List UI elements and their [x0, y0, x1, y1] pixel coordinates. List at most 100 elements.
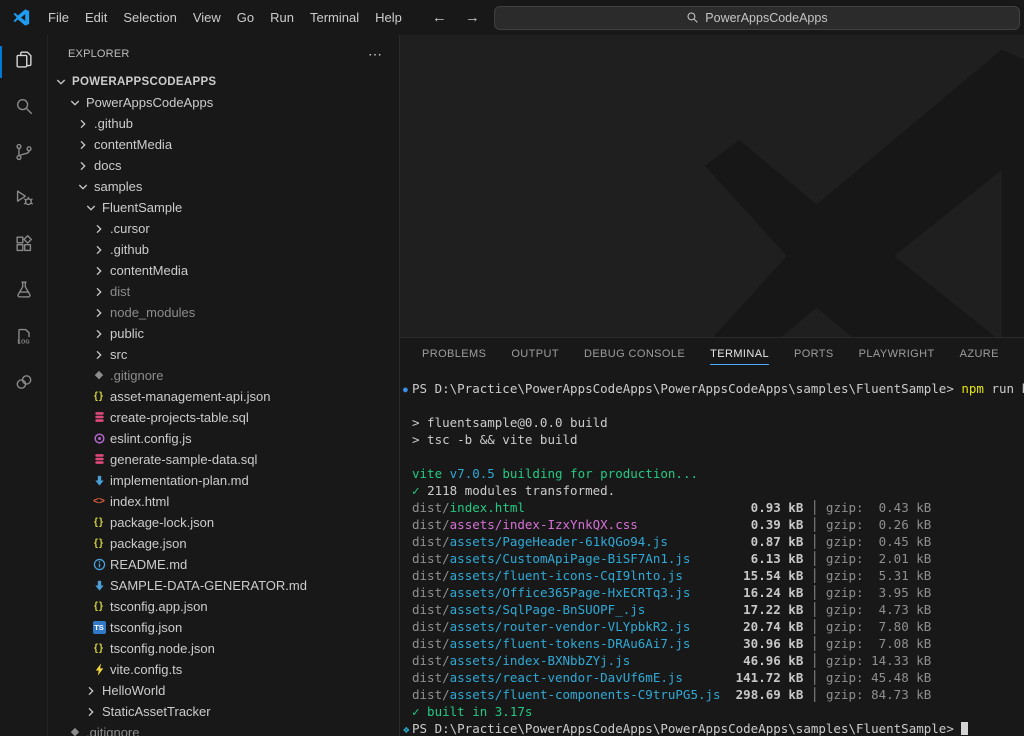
- tree-item[interactable]: generate-sample-data.sql: [48, 449, 399, 470]
- tree-item[interactable]: PowerAppsCodeApps: [48, 92, 399, 113]
- activity-item-source-control[interactable]: [0, 131, 47, 177]
- info-icon: [91, 557, 107, 573]
- tree-item-label: implementation-plan.md: [110, 473, 249, 488]
- chevron-right-icon: [91, 326, 107, 342]
- editor-area[interactable]: [400, 35, 1024, 337]
- tree-item-label: .cursor: [110, 221, 150, 236]
- panel-tab-terminal[interactable]: TERMINAL: [710, 341, 769, 367]
- tree-item[interactable]: <>index.html: [48, 491, 399, 512]
- command-center-search[interactable]: PowerAppsCodeApps: [494, 6, 1020, 30]
- menu-help[interactable]: Help: [367, 7, 410, 28]
- chevron-down-icon: [53, 74, 69, 90]
- tree-item-label: eslint.config.js: [110, 431, 192, 446]
- tree-item[interactable]: vite.config.ts: [48, 659, 399, 680]
- tree-item[interactable]: .github: [48, 239, 399, 260]
- tree-item[interactable]: contentMedia: [48, 134, 399, 155]
- menu-edit[interactable]: Edit: [77, 7, 115, 28]
- tree-item[interactable]: samples: [48, 176, 399, 197]
- tree-item[interactable]: {}package.json: [48, 533, 399, 554]
- tree-item-label: .gitignore: [86, 725, 139, 736]
- tree-item[interactable]: SAMPLE-DATA-GENERATOR.md: [48, 575, 399, 596]
- tree-item[interactable]: .cursor: [48, 218, 399, 239]
- tree-item-label: tsconfig.json: [110, 620, 182, 635]
- tree-item[interactable]: public: [48, 323, 399, 344]
- tree-item[interactable]: dist: [48, 281, 399, 302]
- tree-item-label: package.json: [110, 536, 187, 551]
- back-arrow-icon[interactable]: ←: [432, 9, 447, 26]
- activity-item-extensions[interactable]: [0, 223, 47, 269]
- tree-item-label: samples: [94, 179, 142, 194]
- tree-item[interactable]: README.md: [48, 554, 399, 575]
- tree-item[interactable]: contentMedia: [48, 260, 399, 281]
- terminal-line: dist/assets/fluent-icons-CqI9lnto.js 15.…: [403, 567, 1024, 584]
- chevron-right-icon: [91, 347, 107, 363]
- git-icon: ◆: [67, 725, 83, 736]
- tree-item[interactable]: implementation-plan.md: [48, 470, 399, 491]
- tree-item[interactable]: {}tsconfig.node.json: [48, 638, 399, 659]
- tree-item[interactable]: ◆.gitignore: [48, 365, 399, 386]
- explorer-sidebar: EXPLORER ⋯ POWERAPPSCODEAPPS PowerAppsCod…: [48, 35, 399, 736]
- tree-item[interactable]: src: [48, 344, 399, 365]
- tree-item[interactable]: POWERAPPSCODEAPPS: [48, 71, 399, 92]
- panel-tab-output[interactable]: OUTPUT: [511, 341, 559, 367]
- menu-selection[interactable]: Selection: [115, 7, 184, 28]
- menu-view[interactable]: View: [185, 7, 229, 28]
- panel-tab-playwright[interactable]: PLAYWRIGHT: [859, 341, 935, 367]
- tree-item-label: PowerAppsCodeApps: [86, 95, 213, 110]
- terminal[interactable]: ●PS D:\Practice\PowerAppsCodeApps\PowerA…: [400, 368, 1024, 736]
- git-icon: ◆: [91, 368, 107, 384]
- sidebar-title: EXPLORER: [68, 48, 130, 60]
- chevron-right-icon: [91, 221, 107, 237]
- panel-tab-azure[interactable]: AZURE: [960, 341, 999, 367]
- tree-item-label: node_modules: [110, 305, 195, 320]
- more-actions-icon[interactable]: ⋯: [368, 46, 383, 63]
- menu-go[interactable]: Go: [229, 7, 262, 28]
- chevron-right-icon: [75, 158, 91, 174]
- vscode-logo-icon: [13, 9, 30, 26]
- flask-icon: [13, 279, 35, 306]
- panel-tab-problems[interactable]: PROBLEMS: [422, 341, 486, 367]
- tree-item[interactable]: ◆.gitignore: [48, 722, 399, 736]
- activity-item-run-debug[interactable]: [0, 177, 47, 223]
- forward-arrow-icon[interactable]: →: [465, 9, 480, 26]
- chevron-right-icon: [91, 263, 107, 279]
- tree-item[interactable]: eslint.config.js: [48, 428, 399, 449]
- tree-item-label: tsconfig.node.json: [110, 641, 215, 656]
- panel-tab-ports[interactable]: PORTS: [794, 341, 834, 367]
- activity-item-explorer[interactable]: [0, 39, 47, 85]
- tree-item[interactable]: node_modules: [48, 302, 399, 323]
- tree-item[interactable]: {}tsconfig.app.json: [48, 596, 399, 617]
- terminal-line: dist/assets/index-BXNbbZYj.js 46.96 kB │…: [403, 652, 1024, 669]
- sidebar-header: EXPLORER ⋯: [48, 35, 399, 67]
- editor-stage: PROBLEMS OUTPUT DEBUG CONSOLE TERMINAL PORTS…: [399, 35, 1024, 736]
- chevron-right-icon: [75, 137, 91, 153]
- menu-terminal[interactable]: Terminal: [302, 7, 367, 28]
- markdown-icon: [91, 578, 107, 594]
- activity-bar: LOG: [0, 35, 48, 736]
- tree-item[interactable]: create-projects-table.sql: [48, 407, 399, 428]
- tree-item-label: public: [110, 326, 144, 341]
- tree-item[interactable]: docs: [48, 155, 399, 176]
- files-icon: [13, 49, 35, 76]
- tree-item[interactable]: FluentSample: [48, 197, 399, 218]
- tree-item[interactable]: HelloWorld: [48, 680, 399, 701]
- panel-tab-debug-console[interactable]: DEBUG CONSOLE: [584, 341, 685, 367]
- activity-item-search[interactable]: [0, 85, 47, 131]
- tree-item[interactable]: {}asset-management-api.json: [48, 386, 399, 407]
- terminal-line: ✓ 2118 modules transformed.: [403, 482, 1024, 499]
- menu-bar: FileEditSelectionViewGoRunTerminalHelp: [40, 7, 410, 28]
- vscode-watermark-icon: [692, 41, 1024, 337]
- terminal-line: dist/assets/fluent-tokens-DRAu6Ai7.js 30…: [403, 635, 1024, 652]
- tree-item[interactable]: .github: [48, 113, 399, 134]
- activity-item-output-log[interactable]: LOG: [0, 315, 47, 361]
- tree-item[interactable]: StaticAssetTracker: [48, 701, 399, 722]
- tree-item[interactable]: TStsconfig.json: [48, 617, 399, 638]
- menu-file[interactable]: File: [40, 7, 77, 28]
- tree-item-label: FluentSample: [102, 200, 182, 215]
- tree-item[interactable]: {}package-lock.json: [48, 512, 399, 533]
- activity-item-testing[interactable]: [0, 269, 47, 315]
- tree-item-label: index.html: [110, 494, 169, 509]
- activity-item-loops[interactable]: [0, 361, 47, 407]
- tree-item-label: .gitignore: [110, 368, 163, 383]
- menu-run[interactable]: Run: [262, 7, 302, 28]
